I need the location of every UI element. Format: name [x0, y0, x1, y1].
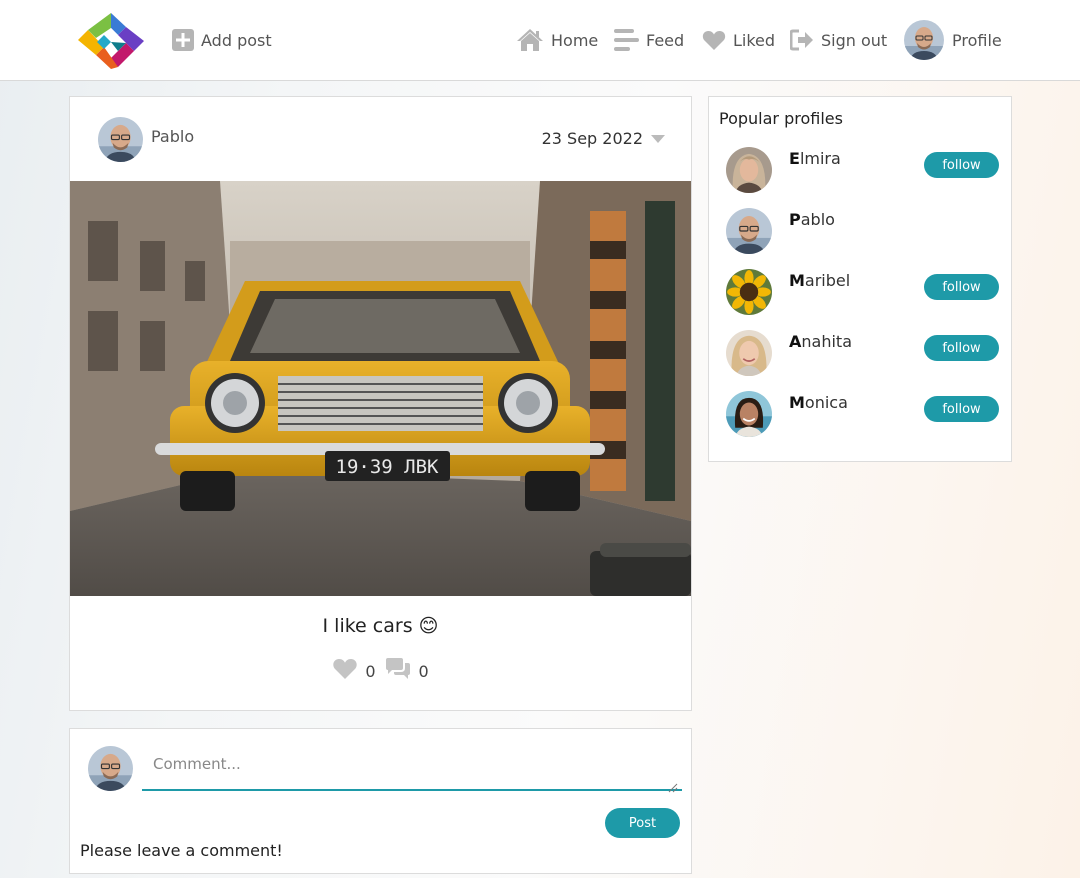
feed-label: Feed [646, 30, 685, 50]
profile-name[interactable]: Pablo [789, 210, 835, 229]
post-comment-button[interactable]: Post [605, 808, 680, 838]
resize-grip-icon[interactable] [668, 778, 678, 797]
logo-icon[interactable] [76, 12, 146, 70]
popular-profiles-title: Popular profiles [719, 109, 843, 128]
liked-link[interactable]: Liked [702, 0, 775, 80]
popular-profiles-panel: Popular profiles Elmira follow Pablo Mar… [708, 96, 1012, 462]
follow-button[interactable]: follow [924, 396, 999, 422]
commenter-avatar [88, 746, 133, 791]
post-date-text: 23 Sep 2022 [541, 129, 643, 148]
plus-square-icon [172, 29, 194, 51]
feed-icon [614, 29, 639, 51]
elmira-avatar[interactable] [726, 147, 772, 193]
post-card: Pablo 23 Sep 2022 19·39 ЛВК I like cars … [69, 96, 692, 711]
liked-label: Liked [733, 30, 776, 50]
profile-row: Elmira follow [726, 147, 1006, 193]
comment-icon[interactable] [384, 657, 412, 685]
profile-avatar [904, 20, 944, 60]
smile-emoji: 😊 [418, 615, 439, 637]
post-date: 23 Sep 2022 [542, 129, 665, 148]
comment-input[interactable] [142, 749, 682, 791]
license-plate: 19·39 ЛВК [336, 456, 440, 478]
profile-row: Maribel follow [726, 269, 1006, 315]
post-author[interactable]: Pablo [98, 117, 194, 162]
sign-out-label: Sign out [821, 30, 888, 50]
profile-name[interactable]: Anahita [789, 332, 852, 351]
sign-out-icon [790, 29, 814, 51]
likes-count: 0 [365, 661, 376, 681]
profile-name[interactable]: Elmira [789, 149, 841, 168]
sign-out-link[interactable]: Sign out [790, 0, 887, 80]
profile-row: Pablo [726, 208, 1006, 254]
profile-row: Anahita follow [726, 330, 1006, 376]
comments-count: 0 [418, 661, 429, 681]
follow-button[interactable]: follow [924, 152, 999, 178]
post-image: 19·39 ЛВК [70, 181, 691, 596]
feed-link[interactable]: Feed [614, 0, 684, 80]
follow-button[interactable]: follow [924, 335, 999, 361]
anahita-avatar[interactable] [726, 330, 772, 376]
comment-hint: Please leave a comment! [80, 841, 283, 860]
author-avatar [98, 117, 143, 162]
follow-button[interactable]: follow [924, 274, 999, 300]
profile-label: Profile [952, 30, 1002, 50]
profile-name[interactable]: Monica [789, 393, 848, 412]
post-stats: 0 0 [70, 657, 691, 685]
maribel-avatar[interactable] [726, 269, 772, 315]
profile-row: Monica follow [726, 391, 1006, 437]
comment-card: Post Please leave a comment! [69, 728, 692, 874]
home-link[interactable]: Home [516, 0, 598, 80]
home-icon [516, 28, 544, 52]
profile-name[interactable]: Maribel [789, 271, 850, 290]
monica-avatar[interactable] [726, 391, 772, 437]
add-post-link[interactable]: Add post [172, 0, 272, 80]
add-post-label: Add post [201, 30, 272, 50]
home-label: Home [551, 30, 599, 50]
navbar: Add post Home Feed Liked Sign out Profil… [0, 0, 1080, 81]
author-name: Pablo [151, 127, 195, 146]
profile-link[interactable]: Profile [904, 0, 1002, 80]
post-caption: I like cars 😊 [70, 615, 691, 637]
like-heart-icon[interactable] [332, 658, 358, 684]
heart-icon [702, 30, 726, 51]
pablo-avatar[interactable] [726, 208, 772, 254]
caret-down-icon[interactable] [651, 129, 665, 148]
post-caption-text: I like cars [322, 615, 413, 637]
